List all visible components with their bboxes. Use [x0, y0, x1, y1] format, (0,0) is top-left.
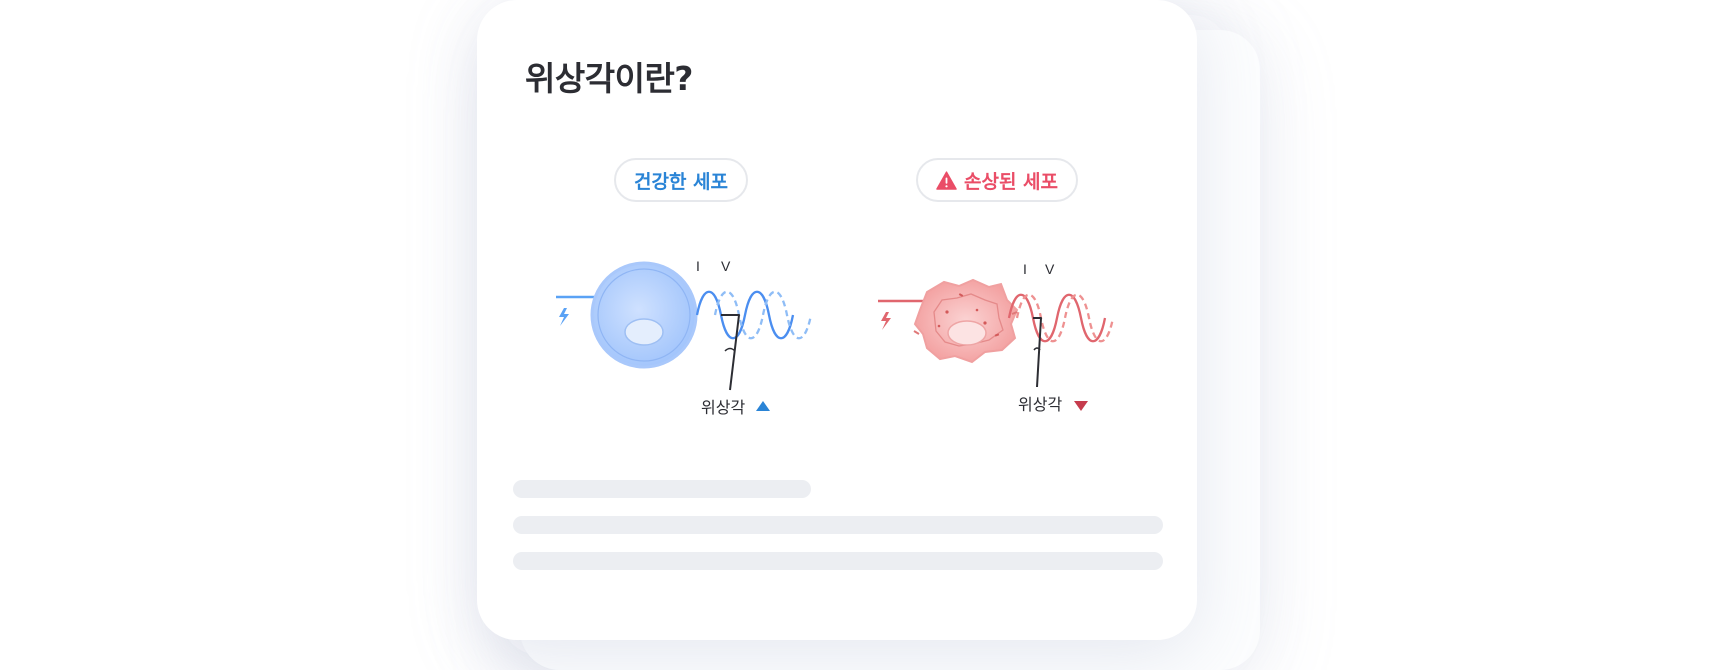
- healthy-cell-badge: 건강한 세포: [614, 158, 749, 202]
- triangle-down-icon: [1074, 401, 1088, 411]
- healthy-cell-label: 건강한 세포: [634, 170, 729, 193]
- healthy-angle-label: 위상각: [701, 398, 745, 417]
- page-title: 위상각이란?: [525, 59, 693, 98]
- info-card: 위상각이란? 건강한 세포 손상된 세포 I V 위상각 I V 위상각: [477, 0, 1197, 640]
- healthy-voltage-label: V: [721, 258, 731, 274]
- damaged-cell-badge: 손상된 세포: [916, 158, 1079, 202]
- phase-angle-diagram: I V 위상각 I V 위상각: [556, 258, 1115, 417]
- skeleton-line: [513, 552, 1163, 570]
- damaged-cell-label: 손상된 세포: [964, 170, 1059, 193]
- warning-icon: [936, 170, 957, 190]
- healthy-cell: [590, 261, 698, 369]
- damaged-cell-diagram: I V 위상각: [878, 261, 1115, 414]
- lightning-icon: [559, 308, 569, 326]
- damaged-angle-wedge: [1033, 317, 1042, 388]
- skeleton-line: [513, 480, 811, 498]
- healthy-cell-diagram: I V 위상각: [556, 258, 813, 417]
- damaged-voltage-wave: [1015, 293, 1115, 343]
- healthy-current-label: I: [696, 258, 700, 274]
- lightning-icon: [881, 312, 891, 330]
- skeleton-line: [513, 516, 1163, 534]
- damaged-angle-label: 위상각: [1018, 395, 1062, 414]
- triangle-up-icon: [756, 401, 770, 411]
- damaged-voltage-label: V: [1045, 261, 1055, 277]
- damaged-current-wave: [1007, 293, 1107, 343]
- damaged-current-label: I: [1023, 261, 1027, 277]
